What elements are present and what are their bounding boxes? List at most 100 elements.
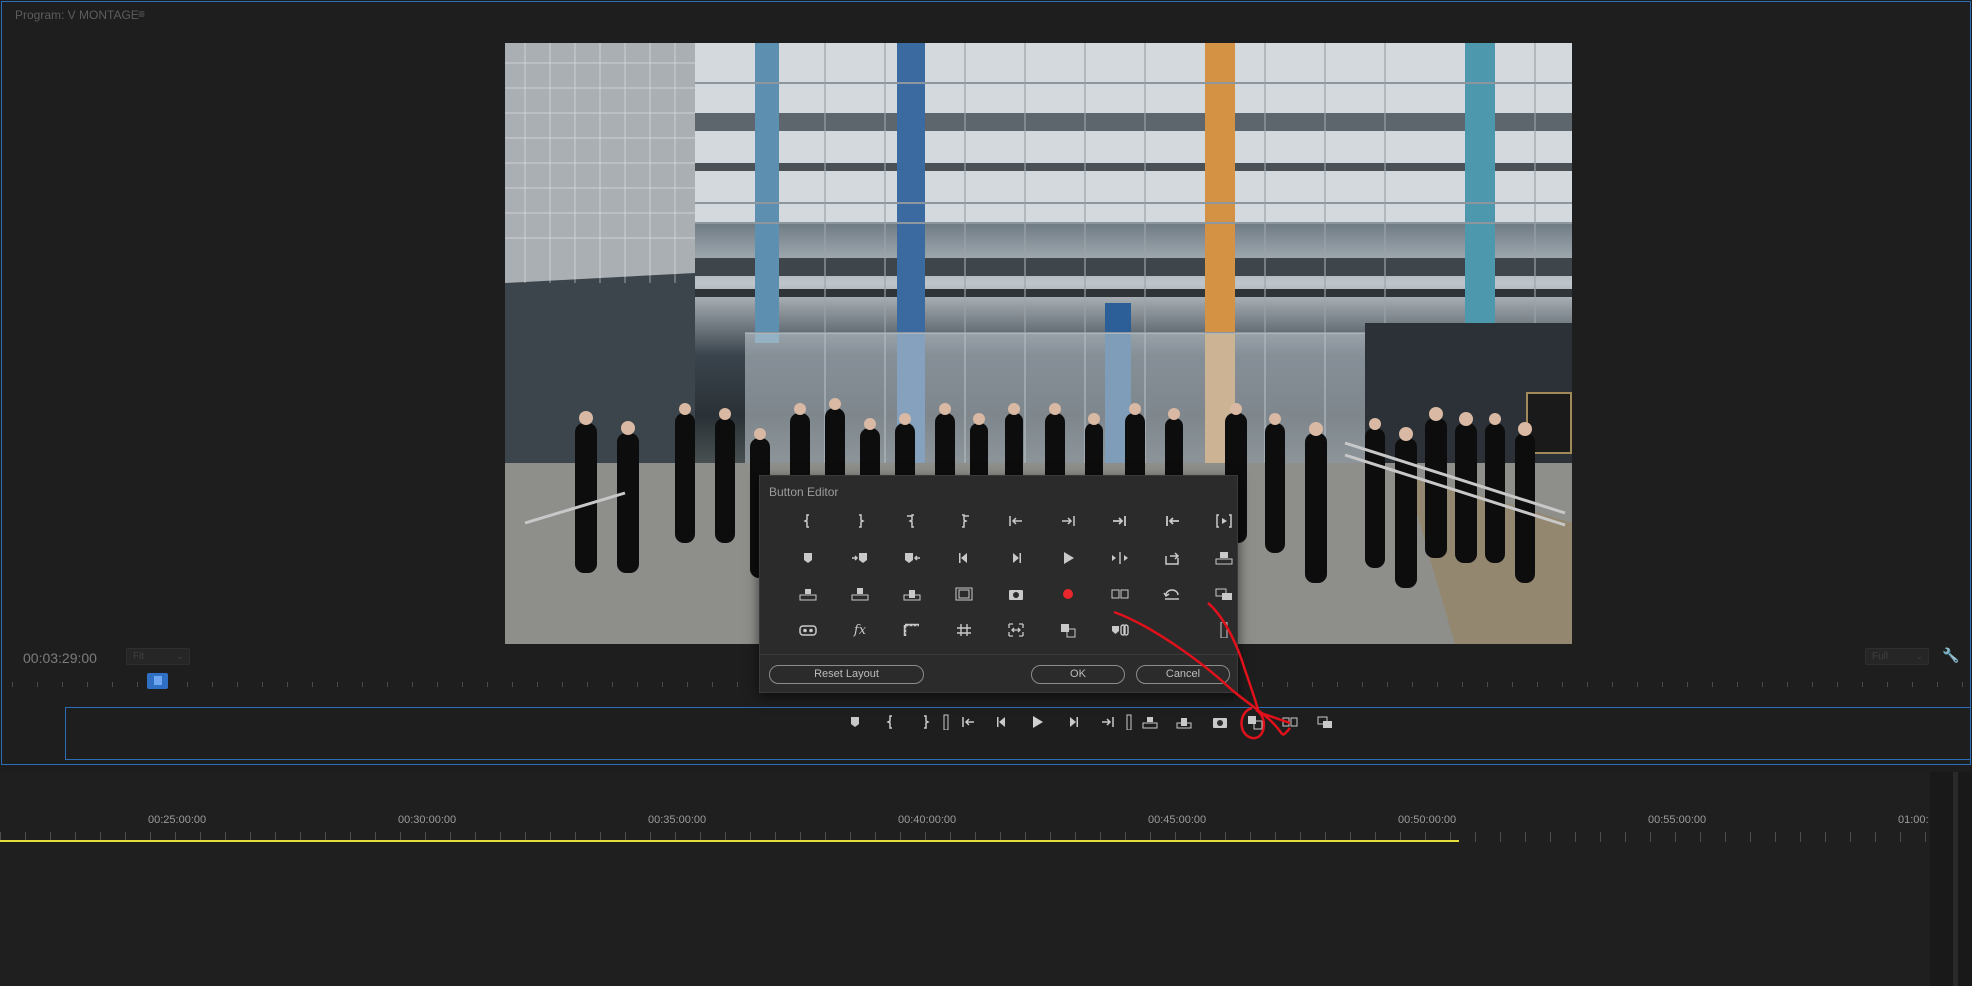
step-back-button[interactable]	[988, 711, 1016, 733]
vertical-scrollbar-track[interactable]	[1930, 772, 1972, 986]
vr-video-button[interactable]	[793, 617, 823, 643]
play-around-button[interactable]	[1105, 545, 1135, 571]
toggle-proxies-button[interactable]	[1209, 581, 1239, 607]
go-to-previous-edit-button[interactable]	[1157, 508, 1187, 534]
multi-camera-button[interactable]	[1276, 711, 1304, 733]
export-frame-button[interactable]	[1206, 711, 1234, 733]
reset-layout-button[interactable]: Reset Layout	[769, 665, 924, 684]
toggle-proxies-icon	[1215, 588, 1232, 600]
vr-headset-icon	[799, 625, 817, 636]
camera-icon	[1213, 718, 1227, 728]
step-back-icon	[959, 553, 967, 563]
mark-out-icon	[859, 514, 865, 528]
loop-button[interactable]	[1157, 545, 1187, 571]
go-to-next-edit-button[interactable]	[1105, 508, 1135, 534]
button-editor-dialog: Button Editor fx Reset Layout OK Cancel	[759, 475, 1238, 693]
play-in-to-out-button[interactable]	[1209, 508, 1239, 534]
mark-in-icon	[803, 514, 809, 528]
spacer-icon	[943, 714, 949, 730]
time-ruler-label: 00:35:00:00	[648, 814, 707, 826]
step-back-icon	[997, 717, 1005, 727]
extract-button[interactable]	[845, 581, 875, 607]
mark-clip-out-icon	[962, 514, 969, 528]
toggle-proxies-button[interactable]	[1311, 711, 1339, 733]
lift-button[interactable]	[1209, 545, 1239, 571]
mark-clip-out-button[interactable]	[949, 508, 979, 534]
go-to-previous-marker-button[interactable]	[897, 545, 927, 571]
step-forward-icon	[1070, 717, 1078, 727]
camera-icon	[1009, 590, 1023, 600]
panel-title[interactable]: Program: V MONTAGE	[15, 8, 139, 22]
global-fx-mute-button[interactable]: fx	[845, 617, 875, 643]
snap-in-program-monitor-button[interactable]	[1001, 617, 1031, 643]
add-marker-button[interactable]	[793, 545, 823, 571]
go-to-out-button[interactable]	[1053, 508, 1083, 534]
go-to-next-marker-button[interactable]	[845, 545, 875, 571]
playback-resolution-select[interactable]: Full ⌄	[1865, 648, 1929, 665]
undo-icon	[1163, 589, 1179, 600]
go-to-previous-marker-icon	[905, 553, 920, 563]
insert-button[interactable]	[1136, 711, 1164, 733]
play-around-icon	[1112, 552, 1128, 564]
snap-guides-icon	[1008, 623, 1024, 637]
time-ruler-label: 00:25:00:00	[148, 814, 207, 826]
playhead-timecode[interactable]: 00:03:29:00	[23, 650, 97, 666]
comparison-view-button[interactable]	[1241, 711, 1269, 733]
overwrite-button[interactable]	[897, 581, 927, 607]
toggle-proxies-icon	[1317, 716, 1332, 728]
marker-icon	[804, 553, 812, 563]
cancel-button[interactable]: Cancel	[1136, 665, 1230, 684]
play-button[interactable]	[1023, 711, 1051, 733]
step-back-button[interactable]	[949, 545, 979, 571]
safe-margins-button[interactable]	[949, 581, 979, 607]
comparison-view-button[interactable]	[1053, 617, 1083, 643]
record-button[interactable]	[1053, 581, 1083, 607]
multi-camera-button[interactable]	[1105, 581, 1135, 607]
extract-icon	[851, 588, 869, 601]
overwrite-button[interactable]	[1170, 711, 1198, 733]
insert-icon	[799, 589, 817, 601]
comparison-view-icon	[1061, 624, 1076, 638]
export-frame-button[interactable]	[1001, 581, 1031, 607]
time-ruler-label: 01:00:	[1898, 814, 1929, 826]
time-ruler-label: 00:55:00:00	[1648, 814, 1707, 826]
dialog-title: Button Editor	[769, 485, 839, 499]
wrench-icon[interactable]: 🔧	[1942, 647, 1959, 664]
chevron-down-icon: ⌄	[176, 651, 184, 661]
zoom-level-select[interactable]: Fit ⌄	[126, 648, 190, 665]
time-ruler-label: 00:45:00:00	[1148, 814, 1207, 826]
mark-clip-in-button[interactable]	[897, 508, 927, 534]
spacer-button[interactable]	[1209, 617, 1239, 643]
panel-menu-icon[interactable]: ≡	[138, 7, 145, 21]
safe-margins-icon	[955, 587, 973, 601]
time-ruler-label: 00:30:00:00	[398, 814, 457, 826]
add-marker-button[interactable]	[841, 711, 869, 733]
lift-icon	[1215, 552, 1233, 565]
undo-comparison-button[interactable]	[1157, 581, 1187, 607]
work-area-bar[interactable]	[0, 840, 1459, 842]
play-button[interactable]	[1053, 545, 1083, 571]
ok-button[interactable]: OK	[1031, 665, 1125, 684]
mark-clip-in-icon	[907, 514, 914, 528]
step-forward-button[interactable]	[1001, 545, 1031, 571]
show-guides-button[interactable]	[949, 617, 979, 643]
go-to-in-button[interactable]	[1001, 508, 1031, 534]
mark-in-icon	[886, 715, 892, 729]
show-rulers-button[interactable]	[897, 617, 927, 643]
marker-icon	[851, 717, 859, 727]
insert-button[interactable]	[793, 581, 823, 607]
spacer-icon	[1220, 622, 1228, 638]
fx-icon: fx	[853, 622, 867, 638]
go-to-in-button[interactable]	[955, 711, 983, 733]
ruler-icon	[903, 623, 919, 636]
trim-link-button[interactable]	[1105, 617, 1135, 643]
play-in-to-out-icon	[1216, 514, 1232, 528]
playhead-handle[interactable]	[147, 673, 168, 689]
step-forward-button[interactable]	[1059, 711, 1087, 733]
insert-icon	[1142, 717, 1158, 729]
play-icon	[1033, 716, 1043, 728]
mark-out-button[interactable]	[845, 508, 875, 534]
mark-in-button[interactable]	[793, 508, 823, 534]
vertical-scrollbar-thumb[interactable]	[1953, 772, 1958, 986]
mark-in-button[interactable]	[877, 711, 905, 733]
